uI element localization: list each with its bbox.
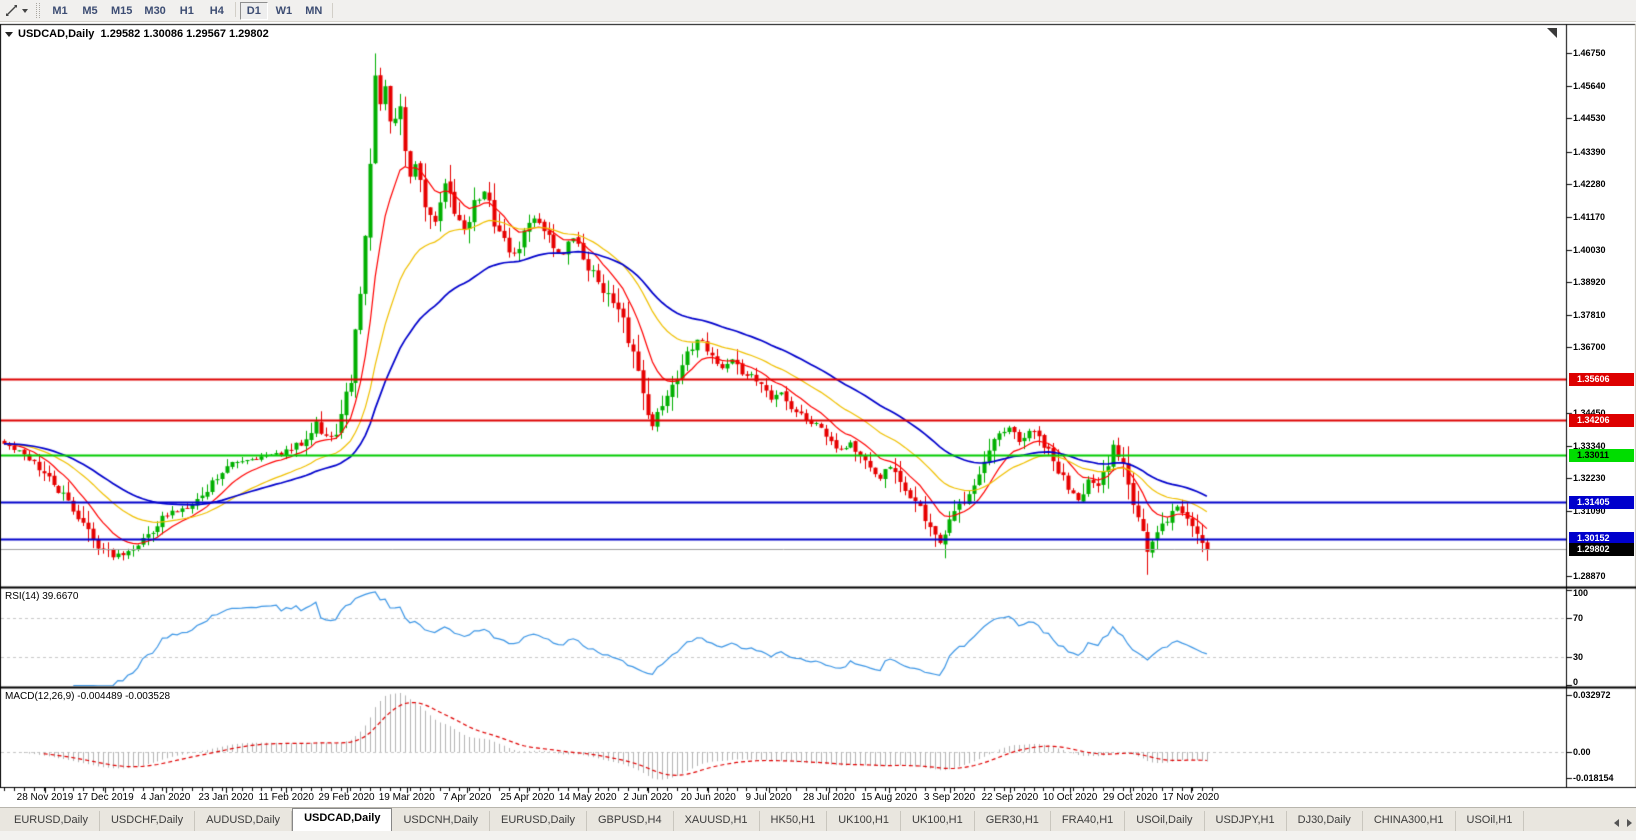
price-axis-tick: 1.32230 <box>1573 473 1606 483</box>
price-badge-1-33011: 1.33011 <box>1569 448 1634 462</box>
tab-audusd-daily[interactable]: AUDUSD,Daily <box>195 811 293 831</box>
tab-usdchf-daily[interactable]: USDCHF,Daily <box>100 811 196 831</box>
tab-scroll-controls <box>1614 819 1632 827</box>
scroll-to-end-icon[interactable] <box>1547 28 1557 38</box>
price-axis-tick: 1.41170 <box>1573 211 1606 222</box>
price-axis-tick: 1.40030 <box>1573 244 1606 255</box>
chart-title: USDCAD,Daily 1.29582 1.30086 1.29567 1.2… <box>5 28 269 40</box>
date-label: 11 Feb 2020 <box>258 792 314 803</box>
rsi-label: RSI(14) 39.6670 <box>5 591 79 602</box>
price-axis-tick: 1.46750 <box>1573 48 1606 59</box>
macd-axis-tick: -0.018154 <box>1573 773 1614 783</box>
tab-dj30-daily[interactable]: DJ30,Daily <box>1287 811 1363 831</box>
timeframe-button-m1[interactable]: M1 <box>46 2 74 20</box>
price-axis-tick: 1.36700 <box>1573 342 1606 353</box>
date-label: 25 Apr 2020 <box>500 792 555 803</box>
tab-usoil-daily[interactable]: USOil,Daily <box>1125 811 1205 831</box>
symbol-tab-bar: EURUSD,Daily USDCHF,Daily AUDUSD,Daily USDC… <box>0 807 1636 831</box>
crosshair-cursor-icon[interactable] <box>3 3 19 19</box>
chart-collapse-icon[interactable] <box>5 31 13 37</box>
tab-ger30-h1[interactable]: GER30,H1 <box>975 811 1051 831</box>
toolbar-separator <box>234 1 236 17</box>
timeframe-button-mn[interactable]: MN <box>300 2 328 20</box>
date-label: 17 Nov 2020 <box>1162 792 1220 803</box>
date-label: 29 Oct 2020 <box>1103 792 1158 803</box>
tab-hk50-h1[interactable]: HK50,H1 <box>760 811 828 831</box>
timeframe-button-m5[interactable]: M5 <box>76 2 104 20</box>
date-label: 9 Jul 2020 <box>745 792 792 803</box>
rsi-axis-tick: 30 <box>1573 651 1584 662</box>
tab-usoil-h1[interactable]: USOil,H1 <box>1456 811 1525 831</box>
chart-ohlc-values: 1.29582 1.30086 1.29567 1.29802 <box>100 28 269 40</box>
timeframe-button-d1[interactable]: D1 <box>239 1 268 20</box>
date-label: 28 Jul 2020 <box>803 792 855 803</box>
chart-canvas[interactable] <box>0 0 1636 840</box>
tab-eurusd-daily[interactable]: EURUSD,Daily <box>3 811 100 831</box>
price-axis-tick: 1.28870 <box>1573 571 1606 582</box>
price-axis-tick: 1.42280 <box>1573 179 1606 190</box>
tab-xauusd-h1[interactable]: XAUUSD,H1 <box>674 811 760 831</box>
window-bottom-strip <box>0 831 1636 840</box>
date-label: 19 Mar 2020 <box>378 792 435 803</box>
macd-axis-tick: 0.032972 <box>1573 690 1611 700</box>
tab-scroll-left-icon[interactable] <box>1614 819 1619 827</box>
tab-fra40-h1[interactable]: FRA40,H1 <box>1051 811 1126 831</box>
tab-scroll-right-icon[interactable] <box>1627 819 1632 827</box>
timeframe-button-h1[interactable]: H1 <box>173 2 201 20</box>
tab-gbpusd-h4[interactable]: GBPUSD,H4 <box>587 811 674 831</box>
date-label: 10 Oct 2020 <box>1042 792 1098 803</box>
timeframe-button-h4[interactable]: H4 <box>203 2 231 20</box>
price-axis-tick: 1.43390 <box>1573 146 1606 157</box>
toolbar-separator <box>331 3 333 18</box>
tab-uk100-h1[interactable]: UK100,H1 <box>901 811 975 831</box>
price-badge-1-29802: 1.29802 <box>1569 542 1634 556</box>
date-label: 4 Jan 2020 <box>140 792 191 803</box>
timeframe-buttons: M1 M5 M15 M30 H1 H4 D1 W1 MN <box>45 1 329 20</box>
date-label: 17 Dec 2019 <box>76 792 134 803</box>
rsi-axis-tick: 100 <box>1573 588 1589 598</box>
date-label: 28 Nov 2019 <box>16 792 74 803</box>
tab-china300-h1[interactable]: CHINA300,H1 <box>1363 811 1456 831</box>
cursor-dropdown-icon[interactable] <box>22 8 28 13</box>
date-label: 2 Jun 2020 <box>623 792 673 803</box>
macd-label: MACD(12,26,9) -0.004489 -0.003528 <box>5 691 171 702</box>
timeframe-button-w1[interactable]: W1 <box>270 2 298 20</box>
price-badge-1-35606: 1.35606 <box>1569 372 1634 386</box>
tab-eurusd-daily[interactable]: EURUSD,Daily <box>490 811 587 831</box>
tab-usdjpy-h1[interactable]: USDJPY,H1 <box>1205 811 1287 831</box>
date-label: 7 Apr 2020 <box>442 792 492 803</box>
tab-usdcnh-daily[interactable]: USDCNH,Daily <box>392 811 491 831</box>
timeframe-button-m15[interactable]: M15 <box>106 2 137 20</box>
rsi-axis-tick: 0 <box>1573 677 1579 687</box>
timeframe-button-m30[interactable]: M30 <box>139 2 170 20</box>
date-label: 15 Aug 2020 <box>861 792 918 803</box>
tab-usdcad-daily[interactable]: USDCAD,Daily <box>292 808 393 831</box>
date-label: 29 Feb 2020 <box>318 792 375 803</box>
price-badge-1-34206: 1.34206 <box>1569 413 1634 427</box>
date-label: 20 Jun 2020 <box>680 792 736 803</box>
symbol-tabs: EURUSD,Daily USDCHF,Daily AUDUSD,Daily USDC… <box>3 808 1525 831</box>
date-label: 22 Sep 2020 <box>981 792 1039 803</box>
price-badge-1-31405: 1.31405 <box>1569 495 1634 509</box>
trading-platform-window: M1 M5 M15 M30 H1 H4 D1 W1 MN USDCAD,Daily 1.2958… <box>0 0 1636 840</box>
tab-uk100-h1[interactable]: UK100,H1 <box>827 811 901 831</box>
macd-axis-tick: 0.00 <box>1573 747 1591 757</box>
date-label: 3 Sep 2020 <box>923 792 976 803</box>
timeframe-toolbar: M1 M5 M15 M30 H1 H4 D1 W1 MN <box>0 0 1636 22</box>
chart-symbol: USDCAD,Daily <box>18 28 95 40</box>
rsi-axis-tick: 70 <box>1573 613 1584 624</box>
price-axis-tick: 1.38920 <box>1573 277 1606 288</box>
price-axis-tick: 1.37810 <box>1573 309 1606 320</box>
price-axis-tick: 1.45640 <box>1573 80 1606 91</box>
price-axis-tick: 1.44530 <box>1573 113 1606 124</box>
date-label: 23 Jan 2020 <box>198 792 254 803</box>
toolbar-grip <box>36 3 40 18</box>
date-label: 14 May 2020 <box>558 792 617 803</box>
